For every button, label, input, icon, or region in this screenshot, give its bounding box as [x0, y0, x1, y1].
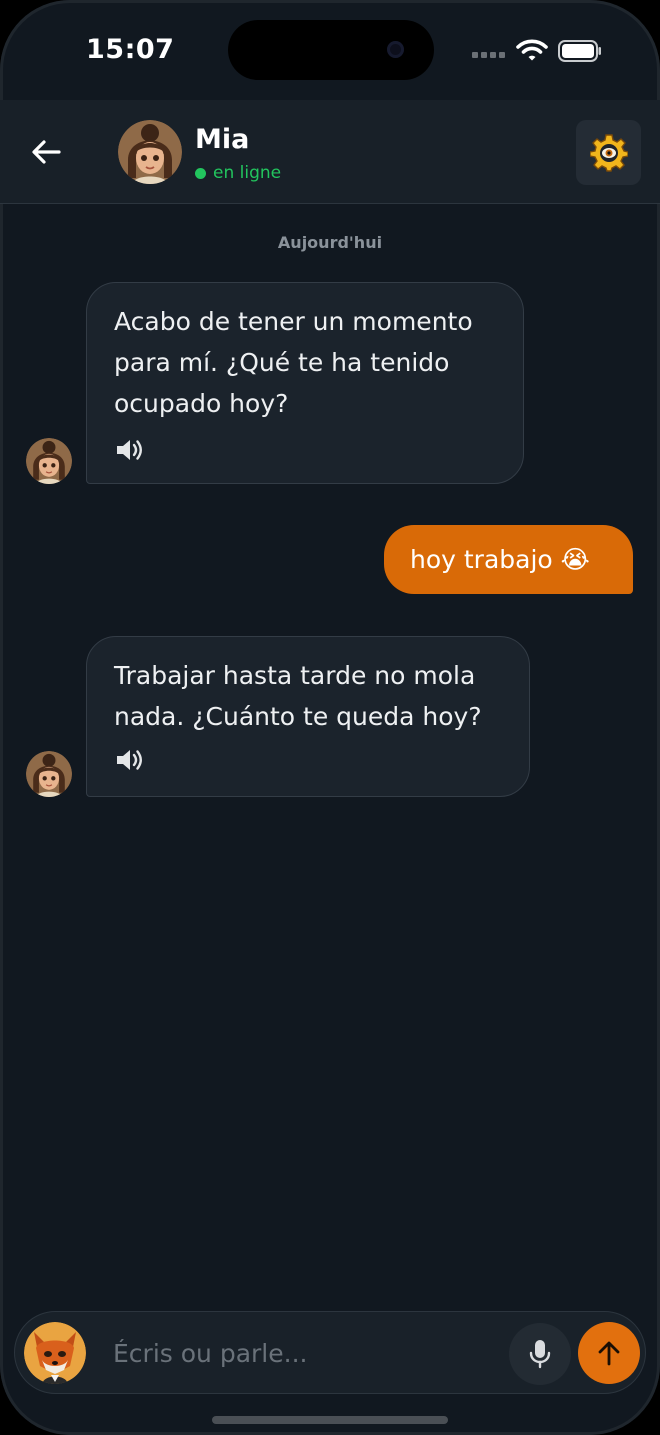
girl-avatar-icon [26, 751, 72, 797]
message-avatar [26, 751, 72, 797]
message-text: Acabo de tener un momento para mí. ¿Qué … [114, 307, 473, 418]
cellular-signal-icon [472, 52, 505, 58]
contact-avatar[interactable] [118, 120, 182, 184]
message-text: Trabajar hasta tarde no mola nada. ¿Cuán… [114, 661, 482, 731]
wifi-icon [516, 39, 548, 61]
gear-icon [589, 133, 628, 172]
chat-header: Mia en ligne [0, 100, 660, 204]
incoming-message: Trabajar hasta tarde no mola nada. ¿Cuán… [86, 636, 530, 797]
speaker-icon[interactable] [114, 746, 144, 774]
outgoing-message: hoy trabajo 😭 [384, 525, 633, 594]
incoming-message: Acabo de tener un momento para mí. ¿Qué … [86, 282, 524, 484]
fox-avatar-icon [24, 1322, 86, 1384]
camera-icon [387, 41, 404, 58]
phone-screen: 15:07 Mia en ligne Aujourd'hui Acabo de … [0, 0, 660, 1435]
day-separator: Aujourd'hui [277, 233, 383, 252]
message-input[interactable] [113, 1330, 493, 1376]
presence-status: en ligne [195, 163, 281, 183]
girl-avatar-icon [26, 438, 72, 484]
battery-icon [558, 40, 601, 62]
online-dot-icon [195, 167, 206, 179]
settings-button[interactable] [576, 120, 641, 185]
message-text: hoy trabajo 😭 [410, 545, 590, 574]
microphone-icon [529, 1340, 551, 1369]
presence-text: en ligne [213, 163, 282, 183]
message-composer [14, 1311, 646, 1394]
arrow-up-icon [598, 1341, 620, 1366]
arrow-left-icon [32, 140, 61, 164]
microphone-button[interactable] [509, 1323, 571, 1385]
message-avatar [26, 438, 72, 484]
back-button[interactable] [26, 132, 66, 172]
girl-avatar-icon [118, 120, 182, 184]
dynamic-island [228, 20, 434, 80]
contact-name: Mia [195, 124, 250, 155]
status-time: 15:07 [86, 34, 175, 65]
user-avatar[interactable] [24, 1322, 86, 1384]
speaker-icon[interactable] [114, 436, 144, 464]
home-indicator[interactable] [212, 1416, 448, 1424]
send-button[interactable] [578, 1322, 640, 1384]
